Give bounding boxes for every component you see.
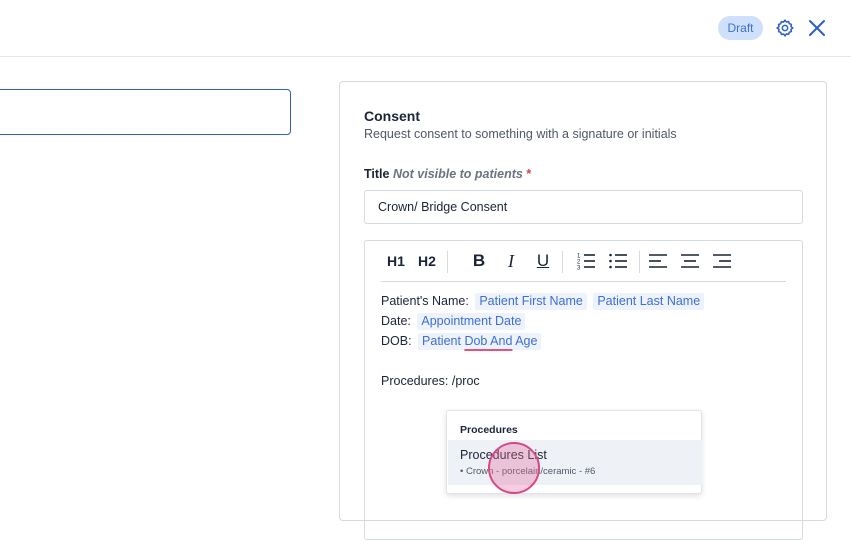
align-right-icon: [713, 254, 731, 268]
align-center-icon: [681, 254, 699, 268]
heading1-button[interactable]: H1: [383, 249, 409, 273]
toolbar-divider: [562, 251, 563, 273]
align-left-icon: [649, 254, 667, 268]
ordered-list-button[interactable]: 1 2 3: [574, 249, 598, 273]
bullet-list-icon: [609, 253, 627, 269]
title-hint: Not visible to patients: [392, 167, 523, 181]
title-label-text: Title: [364, 167, 390, 181]
editor-line: Date: Appointment Date: [381, 311, 704, 331]
editor-toolbar: H1 H2 B I U 1 2 3: [381, 241, 786, 282]
merge-tag[interactable]: Patient Last Name: [593, 293, 705, 310]
top-bar: Draft: [0, 0, 851, 57]
title-input[interactable]: Crown/ Bridge Consent: [364, 190, 803, 224]
editor-line: Patient's Name: Patient First Name Patie…: [381, 291, 705, 311]
align-center-button[interactable]: [678, 249, 702, 273]
procedures-list-option[interactable]: Procedures List • Crown - porcelain/cera…: [448, 440, 702, 485]
rich-text-editor[interactable]: H1 H2 B I U 1 2 3 Patient's Name: Patien…: [364, 240, 803, 540]
procedures-dropdown: Procedures Procedures List • Crown - por…: [446, 410, 702, 494]
card-subtitle: Request consent to something with a sign…: [364, 127, 677, 141]
editor-line-blank: [381, 351, 704, 371]
editor-line: Procedures: /proc: [381, 374, 480, 388]
merge-tag[interactable]: Appointment Date: [417, 313, 526, 330]
ordered-list-icon: 1 2 3: [577, 254, 595, 272]
gear-icon: [776, 19, 794, 37]
left-text-input[interactable]: [0, 89, 291, 135]
settings-button[interactable]: [774, 17, 796, 39]
editor-line: DOB: Patient Dob And Age: [381, 331, 704, 351]
editor-content[interactable]: Patient's Name: Patient First Name Patie…: [381, 291, 705, 391]
bold-button[interactable]: B: [469, 249, 489, 273]
align-left-button[interactable]: [646, 249, 670, 273]
bullet-list-button[interactable]: [606, 249, 630, 273]
merge-tag-part: Patient: [422, 334, 461, 348]
required-mark: *: [526, 167, 532, 181]
merge-tag[interactable]: Patient First Name: [475, 293, 587, 310]
patient-name-label: Patient's Name:: [381, 294, 469, 308]
toolbar-divider: [639, 251, 640, 273]
underline-button[interactable]: U: [533, 249, 553, 273]
align-right-button[interactable]: [710, 249, 734, 273]
status-badge: Draft: [718, 16, 763, 40]
date-label: Date:: [381, 314, 411, 328]
dropdown-heading: Procedures: [460, 424, 518, 436]
click-indicator: [488, 442, 540, 494]
card-title: Consent: [364, 108, 420, 124]
merge-tag-part: Age: [515, 334, 538, 348]
heading2-button[interactable]: H2: [414, 249, 440, 273]
spellcheck-underline: Dob And: [464, 334, 513, 348]
close-button[interactable]: [806, 17, 828, 39]
toolbar-divider: [447, 251, 448, 273]
svg-text:3: 3: [577, 266, 581, 272]
merge-tag[interactable]: Patient Dob And Age: [418, 333, 542, 350]
close-icon: [809, 20, 825, 36]
italic-button[interactable]: I: [501, 249, 521, 273]
dob-label: DOB:: [381, 334, 412, 348]
title-field-label: Title Not visible to patients *: [364, 167, 531, 181]
